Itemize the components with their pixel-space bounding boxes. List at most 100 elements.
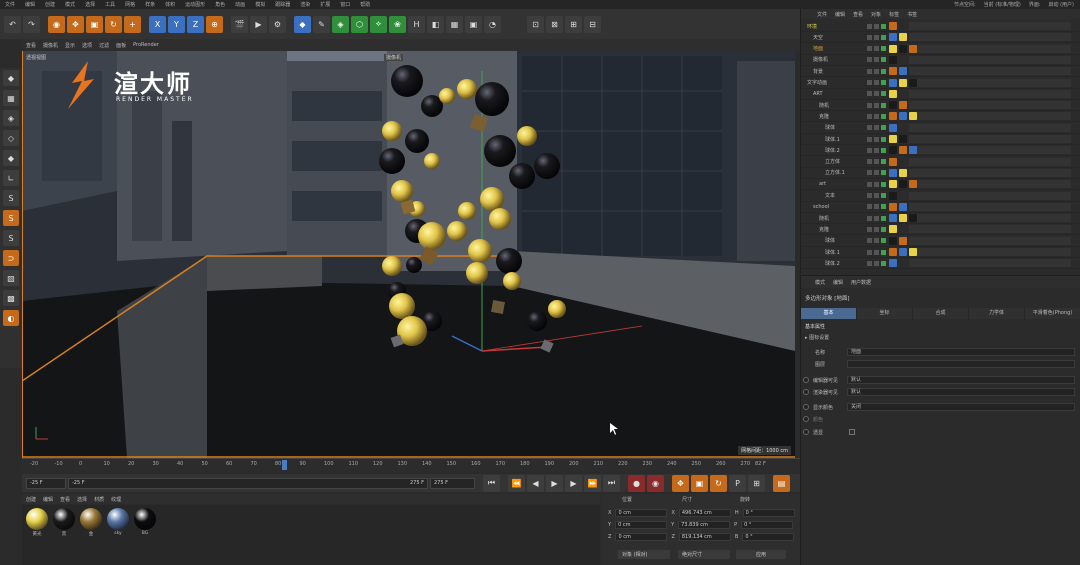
visibility-dot-icon[interactable] (867, 136, 872, 142)
tag-icon[interactable] (899, 135, 907, 143)
tag-icon[interactable] (889, 67, 897, 76)
object-flags[interactable] (867, 91, 886, 97)
timeline-ruler[interactable]: -20 -10 0 10 20 30 40 50 60 70 80 90 100 110 120 130 140… (22, 458, 800, 472)
render-dot-icon[interactable] (874, 46, 879, 52)
render-dot-icon[interactable] (874, 249, 879, 255)
visibility-dot-icon[interactable] (867, 204, 872, 210)
render-dot-icon[interactable] (874, 23, 879, 29)
polygons-mode-icon[interactable]: ◆ (3, 150, 19, 166)
layer-field[interactable] (847, 360, 1075, 368)
object-flags[interactable] (867, 170, 886, 176)
object-flags[interactable] (867, 113, 886, 119)
start-frame-field[interactable]: -25 F (26, 477, 66, 489)
object-flags[interactable] (867, 226, 886, 232)
object-flags[interactable] (867, 80, 886, 85)
undo-icon[interactable]: ↶ (4, 15, 21, 33)
render-dot-icon[interactable] (874, 181, 879, 187)
rotate-icon[interactable]: ↻ (105, 15, 122, 33)
visibility-dot-icon[interactable] (867, 181, 872, 187)
enabled-check-icon[interactable] (881, 238, 886, 244)
attribute-tab[interactable]: 坐标 (857, 308, 913, 319)
object-row[interactable]: 立方体 (801, 157, 1080, 168)
icon-settings-toggle[interactable]: ▸ 图标设置 (805, 334, 829, 341)
viewport-menu-item[interactable]: 显示 (65, 42, 75, 49)
size-mode-select[interactable]: 绝对尺寸 (678, 550, 730, 559)
go-end-icon[interactable]: ⏭ (603, 474, 620, 492)
cube-icon[interactable]: ◆ (294, 15, 311, 33)
enabled-check-icon[interactable] (881, 147, 886, 153)
position-field[interactable]: 0 cm (615, 533, 668, 541)
enabled-check-icon[interactable] (881, 46, 886, 52)
next-frame-icon[interactable]: ▶ (565, 474, 582, 492)
material-menu-item[interactable]: 编辑 (43, 496, 53, 503)
menu-item[interactable]: 工具 (100, 1, 120, 8)
object-row[interactable]: 球体 (801, 123, 1080, 134)
menu-item[interactable]: 文件 (0, 1, 20, 8)
scale-icon[interactable]: ▣ (86, 15, 103, 33)
attribute-menu-item[interactable]: 用户数据 (851, 279, 871, 286)
visibility-dot-icon[interactable] (867, 46, 872, 52)
render-dot-icon[interactable] (874, 159, 879, 165)
menu-item[interactable]: 扩展 (315, 1, 335, 8)
node-space-select[interactable]: 当前 (标准/物理) (984, 1, 1021, 8)
transparent-checkbox[interactable] (849, 429, 855, 435)
visibility-dot-icon[interactable] (867, 68, 872, 74)
attribute-tab[interactable]: 力学体 (969, 308, 1025, 319)
live-select-icon[interactable]: ◉ (48, 15, 65, 33)
enabled-check-icon[interactable] (881, 125, 886, 131)
tag-icon[interactable] (889, 180, 897, 189)
enabled-check-icon[interactable] (881, 91, 886, 97)
enabled-check-icon[interactable] (881, 34, 886, 40)
render-dot-icon[interactable] (874, 80, 879, 85)
enabled-check-icon[interactable] (881, 80, 886, 85)
menu-item[interactable]: 运动图形 (180, 1, 210, 8)
enabled-check-icon[interactable] (881, 136, 886, 142)
object-flags[interactable] (867, 193, 886, 198)
menu-item[interactable]: 编辑 (20, 1, 40, 8)
render-dot-icon[interactable] (874, 215, 879, 221)
visibility-dot-icon[interactable] (867, 80, 872, 85)
tag-icon[interactable] (899, 101, 907, 110)
tag-icon[interactable] (889, 135, 897, 143)
viewport-menu-item[interactable]: 查看 (26, 42, 36, 49)
key-scale-icon[interactable]: ▣ (691, 474, 708, 492)
tag-icon[interactable] (909, 248, 917, 256)
display-color-select[interactable]: 关闭 (847, 403, 1075, 411)
object-flags[interactable] (867, 46, 886, 52)
render-visible-select[interactable]: 默认 (847, 388, 1075, 396)
tag-icon[interactable] (889, 248, 897, 256)
object-manager-menu-item[interactable]: 对象 (871, 11, 881, 18)
tag-icon[interactable] (889, 78, 897, 87)
enabled-check-icon[interactable] (881, 181, 886, 187)
object-row[interactable]: 天空 (801, 32, 1080, 44)
tag-icon[interactable] (889, 157, 897, 166)
enabled-check-icon[interactable] (881, 57, 886, 63)
material-menu-item[interactable]: 材质 (94, 496, 104, 503)
prev-frame-icon[interactable]: ◀ (527, 474, 544, 492)
object-manager-menu-item[interactable]: 文件 (817, 11, 827, 18)
visibility-dot-icon[interactable] (867, 34, 872, 40)
enabled-check-icon[interactable] (881, 249, 886, 255)
tag-icon[interactable] (899, 78, 907, 87)
render-dot-icon[interactable] (874, 170, 879, 176)
enabled-check-icon[interactable] (881, 226, 886, 232)
material-swatch[interactable]: 黄光 (25, 508, 49, 562)
object-flags[interactable] (867, 57, 886, 63)
object-row[interactable]: 克隆 (801, 111, 1080, 123)
end-frame-field[interactable]: 275 F (430, 477, 475, 489)
object-row[interactable]: 随机 (801, 213, 1080, 225)
tag-icon[interactable] (889, 236, 897, 245)
tag-icon[interactable] (899, 180, 907, 189)
editor-visible-radio[interactable] (803, 377, 809, 383)
menu-item[interactable]: 渲染 (295, 1, 315, 8)
tag-icon[interactable] (899, 146, 907, 155)
enabled-check-icon[interactable] (881, 159, 886, 165)
render-dot-icon[interactable] (874, 102, 879, 108)
visibility-dot-icon[interactable] (867, 170, 872, 176)
visibility-dot-icon[interactable] (867, 91, 872, 97)
material-menu-item[interactable]: 选择 (77, 496, 87, 503)
enabled-check-icon[interactable] (881, 215, 886, 221)
render-view-icon[interactable]: 🎬 (231, 15, 248, 33)
tag-icon[interactable] (899, 112, 907, 121)
object-row[interactable]: school (801, 202, 1080, 213)
